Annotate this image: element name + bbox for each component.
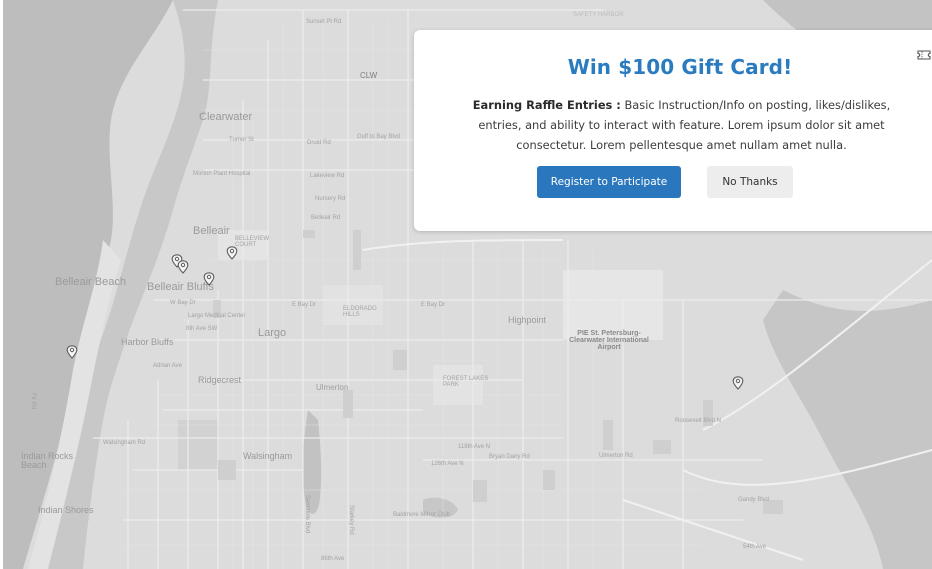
map-label-bryan-dairy: Bryan Dairy Rd <box>489 454 530 460</box>
no-thanks-button[interactable]: No Thanks <box>707 166 793 198</box>
map-pin-icon <box>177 260 189 274</box>
map-label-clw: CLW <box>360 71 378 80</box>
map-label-baldmore: Baldmore Mirror Club <box>393 512 451 518</box>
map-label-gulf-to-bay: Gulf to Bay Blvd <box>357 134 401 140</box>
map-label-druid-rd: Druid Rd <box>307 140 331 146</box>
map-label-forest-lakes: FOREST LAKES PARK <box>443 376 489 388</box>
map-label-eldorado: ELDORADO HILLS <box>343 306 377 318</box>
map-label-indian-shores: Indian Shores <box>38 505 94 515</box>
map-label-seminole-blvd: Seminole Blvd <box>304 495 310 534</box>
map-label-clearwater: Clearwater <box>199 111 253 123</box>
map-label-w-bay-dr: W Bay Dr <box>170 300 196 306</box>
map-pin-4[interactable] <box>226 245 238 260</box>
map-pin-icon <box>226 246 238 260</box>
modal-body-lead: Earning Raffle Entries : <box>472 98 621 112</box>
map-label-belleair: Belleair <box>193 225 230 237</box>
raffle-modal: Win $100 Gift Card! Earning Raffle Entri… <box>414 30 932 231</box>
map-pin-5[interactable] <box>66 344 78 359</box>
map-label-airport: PIE St. Petersburg-Clearwater Internatio… <box>569 330 649 351</box>
map-label-e-bay-dr-2: E Bay Dr <box>421 302 446 308</box>
map-label-harbor-bluffs: Harbor Bluffs <box>121 337 174 347</box>
map-label-belleair-rd: Belleair Rd <box>311 215 341 221</box>
map-label-turner-st: Turner St <box>229 137 254 143</box>
map-label-roosevelt: Roosevelt Blvd N <box>675 418 722 424</box>
map-label-gandy: Gandy Blvd <box>738 497 770 503</box>
map-label-sunset-pt-rd: Sunset Pt Rd <box>306 19 342 25</box>
map-label-belleview: BELLEVIEW COURT <box>235 236 270 248</box>
map-label-ulmerton-rd: Ulmerton Rd <box>599 453 633 459</box>
ticket-icon[interactable] <box>917 45 931 60</box>
map-pin-icon <box>732 376 744 390</box>
map-label-walsingham: Walsingham <box>243 451 293 461</box>
map-label-fir-rd: Fir Rd <box>30 393 36 410</box>
modal-body: Earning Raffle Entries : Basic Instructi… <box>454 95 909 155</box>
map-label-adrian-ave: Adrian Ave <box>153 363 182 369</box>
map-label-safety-harbor: SAFETY HARBOR <box>573 12 624 18</box>
map-label-largo: Largo <box>258 327 287 339</box>
register-button[interactable]: Register to Participate <box>537 166 681 198</box>
map-pin-2[interactable] <box>177 259 189 274</box>
map-pin-6[interactable] <box>732 375 744 390</box>
map-label-belleair-beach: Belleair Beach <box>55 276 126 288</box>
map-label-54th-ave: 54th Ave <box>743 544 767 550</box>
map-label-ridgecrest: Ridgecrest <box>198 375 242 385</box>
map-label-indian-rocks-beach: Indian Rocks Beach <box>21 451 74 470</box>
map-label-ulmerton: Ulmerton <box>316 383 349 392</box>
map-label-lakeview-rd: Lakeview Rd <box>310 173 345 179</box>
map-label-86th-ave: 86th Ave <box>321 556 345 562</box>
map-label-8th-ave-sw: 8th Ave SW <box>186 326 218 332</box>
map-label-118th-ave: 118th Ave N <box>458 444 491 450</box>
modal-title: Win $100 Gift Card! <box>567 55 793 79</box>
map-label-morton-plant: Morton Plant Hospital <box>193 171 251 177</box>
map-pin-icon <box>203 272 215 286</box>
page: Clearwater Belleair Belleair Beach Belle… <box>0 0 932 569</box>
map-label-e-bay-dr: E Bay Dr <box>292 302 317 308</box>
map-label-walsingham-rd: Walsingham Rd <box>103 440 146 446</box>
map-pin-icon <box>66 345 78 359</box>
map-label-starkey-rd: Starkey Rd <box>348 505 354 535</box>
map-label-highpoint: Highpoint <box>508 315 547 325</box>
map-label-nursery-rd: Nursery Rd <box>315 196 346 202</box>
map-label-126th-ave: 126th Ave N <box>431 461 464 467</box>
map-label-largo-medical: Largo Medical Center <box>188 313 246 319</box>
map-pin-3[interactable] <box>203 271 215 286</box>
